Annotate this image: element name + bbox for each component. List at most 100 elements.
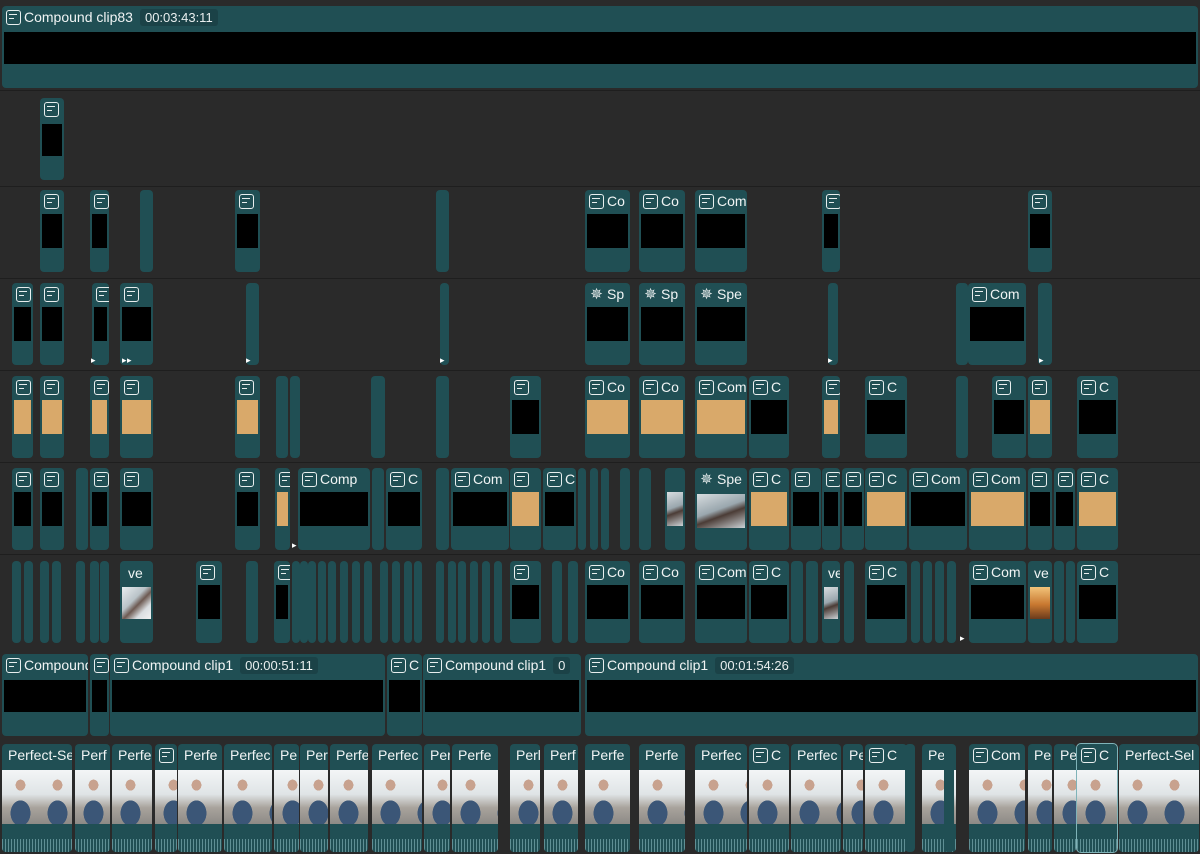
- timeline-clip[interactable]: [1028, 376, 1052, 458]
- timeline-clip[interactable]: [246, 561, 258, 643]
- timeline-clip[interactable]: [911, 561, 920, 643]
- media-clip[interactable]: Perfect-Se: [2, 744, 72, 852]
- timeline-clip[interactable]: [92, 283, 109, 365]
- timeline-clip[interactable]: [90, 561, 99, 643]
- timeline-clip[interactable]: [276, 376, 288, 458]
- timeline-clip[interactable]: C: [749, 561, 789, 643]
- timeline-clip[interactable]: C: [865, 468, 907, 550]
- timeline-clip[interactable]: [140, 190, 153, 272]
- media-clip[interactable]: Perfe: [112, 744, 152, 852]
- timeline-clip[interactable]: [40, 190, 64, 272]
- timeline-clip[interactable]: ✵ Sp: [585, 283, 630, 365]
- timeline-clip[interactable]: [290, 376, 300, 458]
- timeline-clip[interactable]: [12, 468, 33, 550]
- timeline-clip[interactable]: Com: [451, 468, 509, 550]
- timeline-clip[interactable]: [822, 190, 840, 272]
- timeline-clip[interactable]: [235, 376, 260, 458]
- timeline-clip[interactable]: C: [865, 561, 907, 643]
- timeline-clip[interactable]: [1054, 468, 1075, 550]
- timeline-clip[interactable]: [935, 561, 944, 643]
- timeline-clip[interactable]: [90, 654, 109, 736]
- timeline-clip[interactable]: [1066, 561, 1075, 643]
- media-clip[interactable]: Perfect-Sel: [1119, 744, 1199, 852]
- timeline-clip[interactable]: ✵ Sp: [639, 283, 685, 365]
- media-clip[interactable]: C: [865, 744, 907, 852]
- timeline-clip[interactable]: C: [749, 468, 789, 550]
- timeline-clip[interactable]: [905, 744, 915, 852]
- media-clip[interactable]: Perl: [510, 744, 540, 852]
- timeline-clip[interactable]: [40, 561, 49, 643]
- timeline-clip[interactable]: [372, 468, 384, 550]
- media-clip[interactable]: Perf: [424, 744, 450, 852]
- timeline-clip[interactable]: [510, 376, 541, 458]
- media-clip[interactable]: C: [749, 744, 789, 852]
- timeline-clip[interactable]: [436, 468, 449, 550]
- timeline-clip[interactable]: [274, 561, 290, 643]
- timeline-clip[interactable]: Co: [585, 190, 630, 272]
- timeline-clip[interactable]: [458, 561, 466, 643]
- timeline-clip[interactable]: ✵ Spe: [695, 283, 747, 365]
- timeline-clip[interactable]: [380, 561, 388, 643]
- media-clip[interactable]: Perfec: [695, 744, 747, 852]
- timeline-clip[interactable]: [791, 468, 821, 550]
- timeline-clip[interactable]: [601, 468, 609, 550]
- timeline-clip[interactable]: Com: [969, 468, 1026, 550]
- timeline-clip[interactable]: [1038, 283, 1052, 365]
- timeline-clip[interactable]: [956, 376, 968, 458]
- timeline-clip[interactable]: Co: [585, 561, 630, 643]
- timeline-clip[interactable]: [275, 468, 290, 550]
- media-clip[interactable]: Per: [300, 744, 328, 852]
- timeline-clip[interactable]: Co: [639, 190, 685, 272]
- timeline-clip[interactable]: [308, 561, 316, 643]
- timeline-clip[interactable]: [371, 376, 385, 458]
- timeline-clip[interactable]: [947, 561, 956, 643]
- timeline-clip[interactable]: [414, 561, 422, 643]
- timeline-clip[interactable]: [300, 561, 308, 643]
- timeline-clip[interactable]: [40, 283, 64, 365]
- timeline-clip[interactable]: Com: [695, 561, 747, 643]
- timeline-clip[interactable]: [923, 561, 932, 643]
- timeline-clip[interactable]: [639, 468, 651, 550]
- timeline-clip[interactable]: [364, 561, 372, 643]
- timeline-clip[interactable]: [440, 283, 449, 365]
- timeline-clip[interactable]: [552, 561, 562, 643]
- timeline-clip[interactable]: [76, 468, 88, 550]
- timeline-clip[interactable]: [120, 376, 153, 458]
- timeline-clip[interactable]: [340, 561, 348, 643]
- compound-clip-1[interactable]: Compound clip1 00:01:54:26: [585, 654, 1198, 736]
- media-clip[interactable]: Perfe: [452, 744, 498, 852]
- timeline-clip[interactable]: [12, 376, 33, 458]
- media-clip[interactable]: Perf: [544, 744, 578, 852]
- media-clip[interactable]: Perfe: [639, 744, 685, 852]
- media-clip[interactable]: Perfec: [791, 744, 841, 852]
- timeline-clip[interactable]: [100, 561, 109, 643]
- compound-clip-83[interactable]: Compound clip83 00:03:43:11: [2, 6, 1198, 88]
- timeline-clip[interactable]: [665, 468, 685, 550]
- timeline-clip[interactable]: C: [1077, 561, 1118, 643]
- timeline-clip[interactable]: [1028, 468, 1052, 550]
- media-clip[interactable]: Perfe: [330, 744, 368, 852]
- timeline-clip[interactable]: [235, 468, 260, 550]
- timeline-clip[interactable]: [1028, 190, 1052, 272]
- timeline-clip[interactable]: ✵ Spe: [695, 468, 747, 550]
- timeline-clip[interactable]: [12, 561, 21, 643]
- timeline-clip[interactable]: Com: [968, 283, 1026, 365]
- timeline-clip[interactable]: [40, 376, 64, 458]
- timeline-clip[interactable]: [404, 561, 412, 643]
- media-clip[interactable]: C: [1076, 743, 1118, 853]
- timeline-clip[interactable]: ve: [120, 561, 153, 643]
- timeline-clip[interactable]: [620, 468, 630, 550]
- timeline-clip[interactable]: Com: [695, 190, 747, 272]
- timeline-clip[interactable]: [235, 190, 260, 272]
- timeline-clip[interactable]: [510, 468, 541, 550]
- timeline-clip[interactable]: Co: [639, 561, 685, 643]
- timeline-clip[interactable]: [90, 376, 109, 458]
- media-clip[interactable]: Pe: [1054, 744, 1076, 852]
- timeline-clip[interactable]: [842, 468, 864, 550]
- timeline-clip[interactable]: [448, 561, 456, 643]
- timeline-clip[interactable]: [24, 561, 33, 643]
- timeline-clip[interactable]: [90, 468, 109, 550]
- timeline-clip[interactable]: C: [387, 654, 422, 736]
- timeline-clip[interactable]: C: [749, 376, 789, 458]
- timeline-clip[interactable]: Co: [585, 376, 630, 458]
